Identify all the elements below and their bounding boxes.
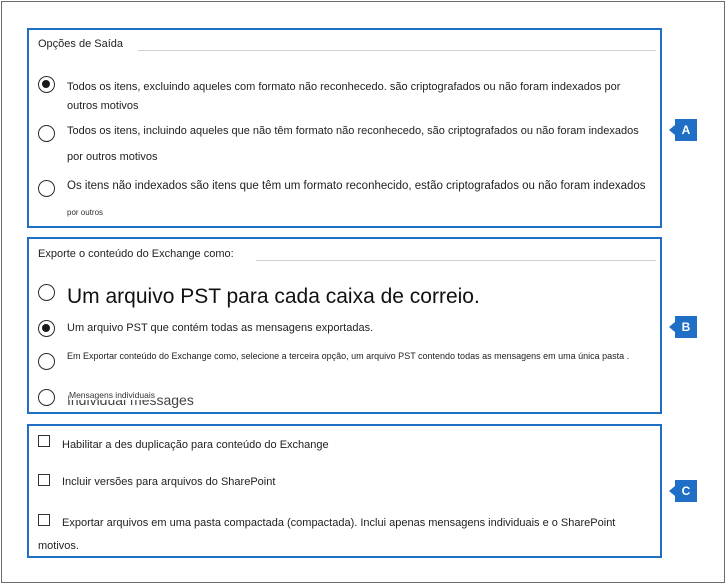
radio-unindexed-only[interactable] — [38, 180, 55, 197]
radio-single-pst-label: Um arquivo PST que contém todas as mensa… — [67, 322, 374, 334]
radio-include-unrecognized-label: Todos os itens, incluindo aqueles que nã… — [67, 125, 639, 137]
export-exchange-divider — [256, 260, 656, 261]
checkbox-sharepoint-versions-label: Incluir versões para arquivos do SharePo… — [62, 476, 276, 488]
radio-include-unrecognized-label-cont: por outros motivos — [67, 151, 158, 163]
radio-exclude-unrecognized-label-cont: outros motivos — [67, 100, 139, 112]
radio-exclude-unrecognized[interactable] — [38, 76, 55, 93]
radio-individual-messages[interactable] — [38, 389, 55, 406]
checkbox-sharepoint-versions[interactable] — [38, 474, 50, 486]
checkbox-dedupe-exchange-label: Habilitar a des duplicação para conteúdo… — [62, 439, 329, 451]
output-options-title: Opções de Saída — [38, 38, 124, 50]
callout-marker-c: C — [669, 480, 697, 502]
radio-exclude-unrecognized-label: Todos os itens, excluindo aqueles com fo… — [67, 81, 621, 93]
radio-include-unrecognized[interactable] — [38, 125, 55, 142]
radio-unindexed-only-label: Os itens não indexados são itens que têm… — [67, 180, 646, 192]
callout-marker-a: A — [669, 119, 697, 141]
checkbox-compressed-folder-label-cont: motivos. — [38, 540, 79, 552]
radio-pst-per-mailbox-label: Um arquivo PST para cada caixa de correi… — [67, 285, 480, 308]
checkbox-compressed-folder[interactable] — [38, 514, 50, 526]
radio-single-pst-one-folder[interactable] — [38, 353, 55, 370]
radio-single-pst-one-folder-label: Em Exportar conteúdo do Exchange como, s… — [67, 351, 630, 361]
checkbox-dedupe-exchange[interactable] — [38, 435, 50, 447]
output-options-divider — [138, 50, 656, 51]
radio-pst-per-mailbox[interactable] — [38, 284, 55, 301]
radio-single-pst[interactable] — [38, 320, 55, 337]
checkbox-compressed-folder-label: Exportar arquivos em uma pasta compactad… — [62, 517, 616, 529]
radio-individual-messages-label: Mensagens individuais — [69, 390, 157, 400]
radio-unindexed-only-label-cont: por outros — [67, 208, 104, 217]
callout-marker-b: B — [669, 316, 697, 338]
export-exchange-title: Exporte o conteúdo do Exchange como: — [38, 248, 234, 260]
